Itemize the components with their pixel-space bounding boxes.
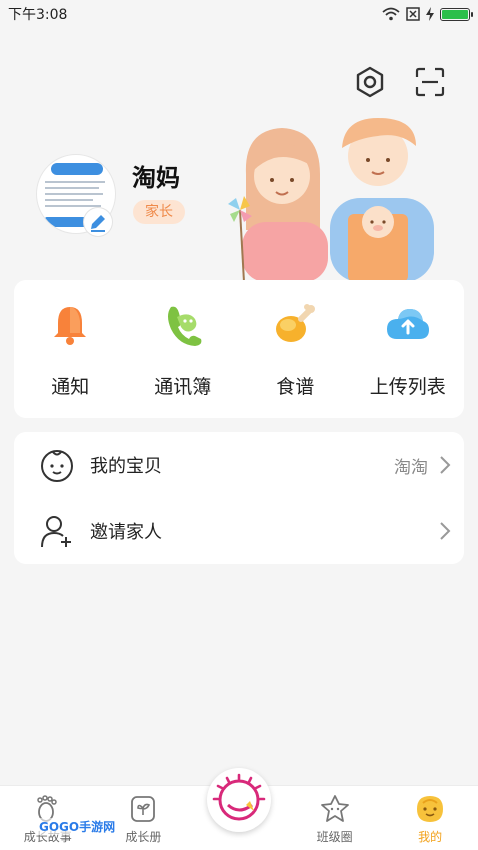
- upload-list-button[interactable]: 上传列表: [352, 280, 465, 418]
- baby-face-icon: [38, 446, 76, 484]
- drumstick-icon: [272, 302, 318, 348]
- settings-hex-icon: [356, 66, 384, 98]
- star-icon: [320, 794, 350, 824]
- tab-class-circle[interactable]: 班级圈: [287, 794, 383, 850]
- center-record-button[interactable]: [207, 768, 271, 832]
- my-baby-row[interactable]: 我的宝贝 淘淘: [14, 432, 464, 498]
- status-icons: [382, 7, 473, 21]
- invite-family-label: 邀请家人: [90, 522, 162, 543]
- chevron-right-icon: [440, 522, 451, 540]
- scan-icon: [415, 67, 445, 97]
- invite-family-row[interactable]: 邀请家人: [14, 498, 464, 564]
- scan-button[interactable]: [412, 64, 448, 100]
- face-icon: [415, 794, 445, 824]
- edit-avatar-button[interactable]: [84, 208, 112, 236]
- profile-section: 淘妈 家长: [36, 152, 476, 282]
- no-sim-icon: [406, 7, 420, 21]
- top-actions: [352, 64, 448, 100]
- sun-logo-icon: [212, 773, 266, 821]
- contacts-button[interactable]: 通讯簿: [127, 280, 240, 418]
- charging-icon: [426, 7, 434, 21]
- status-time: 下午3:08: [8, 7, 68, 23]
- battery-icon: [440, 7, 473, 21]
- wifi-icon: [382, 7, 400, 21]
- settings-list-card: 我的宝贝 淘淘 邀请家人: [14, 432, 464, 564]
- chevron-right-icon: [440, 456, 451, 474]
- cloud-upload-icon: [385, 302, 431, 348]
- tab-center-spacer: [191, 845, 287, 850]
- contacts-icon: [160, 302, 206, 348]
- pencil-icon: [91, 215, 105, 232]
- recipe-button[interactable]: 食谱: [239, 280, 352, 418]
- my-baby-value: 淘淘: [394, 457, 428, 478]
- add-person-icon: [38, 512, 76, 550]
- user-name: 淘妈: [132, 164, 180, 192]
- notice-button[interactable]: 通知: [14, 280, 127, 418]
- my-baby-label: 我的宝贝: [90, 456, 162, 477]
- bell-icon: [47, 302, 93, 348]
- album-icon: [128, 794, 158, 824]
- tab-mine[interactable]: 我的: [382, 794, 478, 850]
- status-bar: 下午3:08: [0, 0, 478, 28]
- watermark-logo: GOGO手游网: [36, 818, 119, 835]
- settings-button[interactable]: [352, 64, 388, 100]
- quick-actions-card: 通知 通讯簿 食谱 上传列表: [14, 280, 464, 418]
- role-badge: 家长: [133, 200, 185, 224]
